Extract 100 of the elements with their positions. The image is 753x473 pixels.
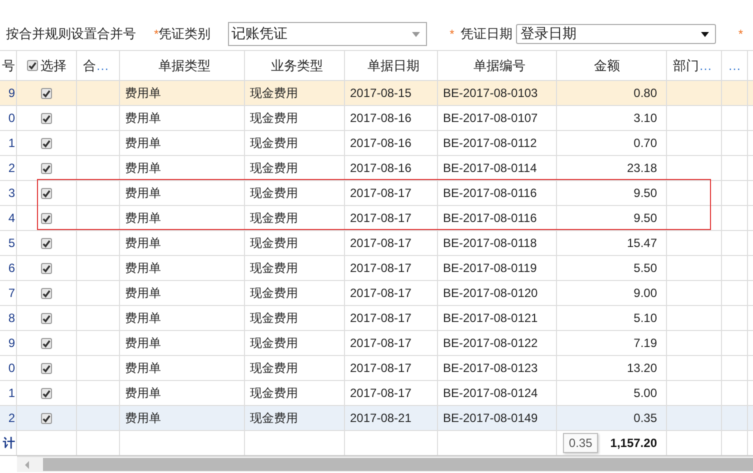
scrollbar-thumb[interactable] xyxy=(43,458,753,471)
table-row[interactable]: 8 费用单 现金费用 2017-08-17 BE-2017-08-0121 5.10 xyxy=(0,306,753,331)
table-cell: BE-2017-08-0114 xyxy=(443,161,537,175)
table-row[interactable]: 7 费用单 现金费用 2017-08-17 BE-2017-08-0120 9.00 xyxy=(0,281,753,306)
horizontal-scrollbar[interactable] xyxy=(17,456,753,472)
checkbox[interactable] xyxy=(41,188,52,198)
caret-icon xyxy=(412,32,420,36)
checkbox[interactable] xyxy=(41,212,52,224)
column-header[interactable]: 单据类型 xyxy=(158,56,210,74)
merge-label: 按合并规则设置合并号 xyxy=(6,25,136,43)
column-header[interactable]: 选择 xyxy=(40,56,66,74)
table-cell: BE-2017-08-0121 xyxy=(443,311,538,325)
row-number: 7 xyxy=(8,286,15,300)
required-mark: * xyxy=(154,27,159,41)
row-number: 1 xyxy=(8,136,15,150)
checkbox[interactable] xyxy=(41,162,52,174)
table-cell: 2017-08-17 xyxy=(350,286,412,300)
table-cell: 费用单 xyxy=(125,360,161,376)
table-cell: BE-2017-08-0123 xyxy=(443,361,538,375)
table-cell: 0.70 xyxy=(634,136,657,150)
column-header[interactable]: 单据日期 xyxy=(368,56,420,74)
table-cell: 3.10 xyxy=(634,111,657,125)
row-number: 6 xyxy=(8,261,15,275)
table-cell: BE-2017-08-0124 xyxy=(443,386,538,400)
column-header[interactable]: … xyxy=(728,58,741,73)
table-row[interactable]: 0 费用单 现金费用 2017-08-17 BE-2017-08-0123 13.20 xyxy=(0,356,753,381)
caret-icon xyxy=(701,32,710,36)
field-label: 凭证日期 xyxy=(460,25,512,43)
table-row[interactable]: 1 费用单 现金费用 2017-08-16 BE-2017-08-0112 0.70 xyxy=(0,131,753,156)
dropdown-field[interactable]: 记账凭证 xyxy=(228,22,427,46)
column-header[interactable]: 合… xyxy=(83,56,109,74)
required-mark: * xyxy=(450,27,454,41)
table-cell: 2017-08-16 xyxy=(350,136,412,150)
table-cell: 费用单 xyxy=(125,410,161,426)
dropdown-field[interactable]: 登录日期 xyxy=(516,24,716,44)
tooltip: 0.35 xyxy=(562,433,598,453)
checkbox[interactable] xyxy=(41,312,52,324)
total-label: 计 xyxy=(3,434,15,452)
column-header[interactable]: 号 xyxy=(2,56,15,74)
field-label: 凭证类别 xyxy=(158,25,211,43)
table-cell: 费用单 xyxy=(125,284,161,302)
checkbox[interactable] xyxy=(26,60,38,71)
table-cell: 2017-08-17 xyxy=(350,311,412,325)
required-mark: * xyxy=(738,27,744,41)
table-cell: 2017-08-17 xyxy=(350,236,412,250)
row-number: 4 xyxy=(8,211,15,225)
table-cell: 5.50 xyxy=(634,261,657,275)
column-header[interactable]: 单据编号 xyxy=(474,56,526,74)
table-row[interactable]: 5 费用单 现金费用 2017-08-17 BE-2017-08-0118 15.47 xyxy=(0,231,753,256)
table-cell: BE-2017-08-0149 xyxy=(443,411,538,425)
table-cell: BE-2017-08-0103 xyxy=(443,86,538,100)
table-cell: 现金费用 xyxy=(250,160,298,176)
table-cell: 现金费用 xyxy=(250,234,298,252)
table-cell: 费用单 xyxy=(125,210,161,226)
table-cell: BE-2017-08-0116 xyxy=(443,186,537,200)
table-row[interactable]: 9 费用单 现金费用 2017-08-15 BE-2017-08-0103 0.80 xyxy=(0,81,753,106)
column-header[interactable]: 金额 xyxy=(594,56,620,74)
row-number: 5 xyxy=(8,236,15,250)
table-cell: 现金费用 xyxy=(250,260,298,276)
table-cell: 2017-08-17 xyxy=(350,261,412,275)
column-header[interactable]: 业务类型 xyxy=(271,56,323,74)
table-cell: 现金费用 xyxy=(250,310,298,326)
row-number: 2 xyxy=(8,411,15,425)
row-number: 9 xyxy=(8,86,15,100)
table-cell: 2017-08-17 xyxy=(350,386,412,400)
table-cell: 9.00 xyxy=(634,286,657,300)
table-row[interactable]: 2 费用单 现金费用 2017-08-16 BE-2017-08-0114 23.18 xyxy=(0,156,753,181)
checkbox[interactable] xyxy=(41,338,52,348)
table-cell: 现金费用 xyxy=(250,360,298,376)
table-cell: 2017-08-15 xyxy=(350,86,412,100)
table-cell: BE-2017-08-0116 xyxy=(443,211,537,225)
checkbox[interactable] xyxy=(41,138,52,148)
row-number: 3 xyxy=(8,186,15,200)
row-number: 1 xyxy=(8,386,15,400)
checkbox[interactable] xyxy=(41,412,52,424)
row-number: 0 xyxy=(8,361,15,375)
table-row[interactable]: 3 费用单 现金费用 2017-08-17 BE-2017-08-0116 9.50 xyxy=(0,181,753,206)
checkbox[interactable] xyxy=(41,262,52,274)
checkbox[interactable] xyxy=(41,112,52,124)
table-row[interactable]: 4 费用单 现金费用 2017-08-17 BE-2017-08-0116 9.50 xyxy=(0,206,753,231)
row-number: 8 xyxy=(8,311,15,325)
table-row[interactable]: 0 费用单 现金费用 2017-08-16 BE-2017-08-0107 3.10 xyxy=(0,106,753,131)
table-row[interactable]: 9 费用单 现金费用 2017-08-17 BE-2017-08-0122 7.19 xyxy=(0,331,753,356)
checkbox[interactable] xyxy=(41,288,52,298)
table-cell: 现金费用 xyxy=(250,110,298,126)
table-cell: 9.50 xyxy=(634,186,657,200)
checkbox[interactable] xyxy=(41,388,52,398)
checkbox[interactable] xyxy=(41,238,52,248)
table-row[interactable]: 2 费用单 现金费用 2017-08-21 BE-2017-08-0149 0.35 xyxy=(0,406,753,431)
table-cell: 2017-08-16 xyxy=(350,161,412,175)
checkbox[interactable] xyxy=(41,88,52,98)
table-cell: BE-2017-08-0119 xyxy=(443,261,537,275)
table-row[interactable]: 6 费用单 现金费用 2017-08-17 BE-2017-08-0119 5.50 xyxy=(0,256,753,281)
table-cell: 2017-08-17 xyxy=(350,211,412,225)
table-cell: 现金费用 xyxy=(250,410,298,426)
column-header[interactable]: 部门… xyxy=(673,56,712,74)
table-cell: BE-2017-08-0112 xyxy=(443,136,537,150)
checkbox[interactable] xyxy=(41,362,52,374)
table-cell: 15.47 xyxy=(626,236,657,250)
table-cell: 5.00 xyxy=(634,386,657,400)
